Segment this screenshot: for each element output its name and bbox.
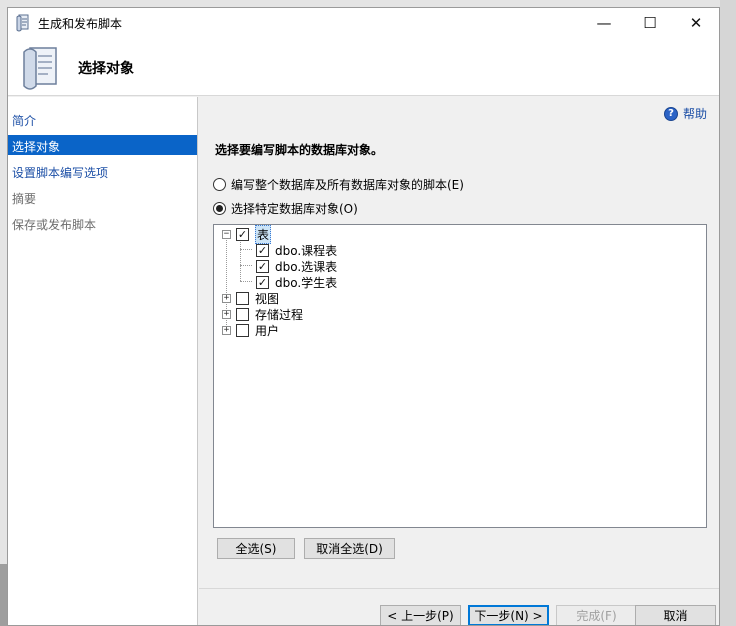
background-edge [0,564,7,626]
cancel-button[interactable]: 取消 [635,605,716,625]
expand-icon[interactable]: + [222,326,231,335]
tree-node-label: dbo.课程表 [275,243,338,258]
footer-divider [199,588,719,589]
expand-icon[interactable]: + [222,310,231,319]
expand-icon[interactable]: + [222,294,231,303]
maximize-button[interactable]: ☐ [627,8,673,38]
minimize-button[interactable]: — [581,8,627,38]
tree-connector [240,239,241,281]
help-label: 帮助 [682,107,707,121]
nav-item-scripting-options[interactable]: 设置脚本编写选项 [8,161,197,181]
tree-node-stored-procedures[interactable]: 存储过程 [236,306,303,322]
tree-node-label: 用户 [255,323,280,338]
checkbox-checked[interactable]: ✓ [256,243,269,257]
tree-node-table-enrollment[interactable]: ✓ dbo.选课表 [256,258,337,274]
tree-connector [240,281,252,282]
option-select-specific-objects[interactable]: 选择特定数据库对象(O) [213,200,358,217]
close-icon: ✕ [689,14,703,32]
previous-button[interactable]: < 上一步(P) [380,605,461,625]
tree-node-users[interactable]: 用户 [236,322,279,338]
close-button[interactable]: ✕ [673,8,719,38]
checkbox-checked[interactable]: ✓ [236,227,249,241]
tree-node-tables[interactable]: ✓ 表 [236,224,272,244]
tree-node-table-student[interactable]: ✓ dbo.学生表 [256,274,337,290]
page-title: 选择对象 [78,61,134,77]
collapse-icon[interactable]: − [222,230,231,239]
deselect-all-button[interactable]: 取消全选(D) [304,538,395,559]
radio-button-checked[interactable] [213,202,226,215]
nav-item-intro[interactable]: 简介 [8,109,197,129]
option-script-entire-db[interactable]: 编写整个数据库及所有数据库对象的脚本(E) [213,176,464,193]
nav-item-summary: 摘要 [12,192,37,206]
background-strip [720,0,736,626]
checkbox-checked[interactable]: ✓ [256,275,269,289]
instruction-text: 选择要编写脚本的数据库对象。 [215,143,384,157]
tree-node-views[interactable]: 视图 [236,290,279,306]
tree-node-table-course[interactable]: ✓ dbo.课程表 [256,242,337,258]
select-all-button[interactable]: 全选(S) [217,538,295,559]
radio-button[interactable] [213,178,226,191]
tree-node-label: dbo.选课表 [275,259,338,274]
tree-node-label: 视图 [255,291,280,306]
finish-button: 完成(F) [556,605,637,625]
tree-node-label: dbo.学生表 [275,275,338,290]
option-label: 编写整个数据库及所有数据库对象的脚本(E) [231,178,464,192]
checkbox[interactable] [236,323,249,337]
tree-connector [240,265,252,266]
title-bar: 生成和发布脚本 — ☐ ✕ [8,8,719,38]
minimize-icon: — [596,14,612,32]
checkbox[interactable] [236,291,249,305]
nav-item-save-publish: 保存或发布脚本 [12,218,97,232]
tree-node-label: 存储过程 [255,307,304,322]
dialog-window: 生成和发布脚本 — ☐ ✕ 选择对象 简介 选择对象 设置脚本编写选项 摘要 保… [7,7,720,626]
wizard-steps-nav: 简介 选择对象 设置脚本编写选项 摘要 保存或发布脚本 [8,97,198,625]
wizard-header: 选择对象 [8,38,719,96]
object-tree[interactable]: − ✓ 表 ✓ dbo.课程表 ✓ dbo.选课表 ✓ dbo.学生表 + 视图 [213,224,707,528]
nav-item-select-objects[interactable]: 选择对象 [8,135,197,155]
option-label: 选择特定数据库对象(O) [231,202,358,216]
script-scroll-icon [23,47,57,90]
next-button[interactable]: 下一步(N) > [468,605,549,625]
help-icon: ? [663,106,678,121]
script-scroll-icon [16,14,29,32]
content-panel: ? 帮助 选择要编写脚本的数据库对象。 编写整个数据库及所有数据库对象的脚本(E… [199,97,719,625]
tree-connector [240,249,252,250]
checkbox-checked[interactable]: ✓ [256,259,269,273]
window-title: 生成和发布脚本 [38,17,123,31]
maximize-icon: ☐ [643,14,657,32]
tree-node-label: 表 [255,224,272,244]
help-link[interactable]: ? 帮助 [663,105,707,122]
checkbox[interactable] [236,307,249,321]
